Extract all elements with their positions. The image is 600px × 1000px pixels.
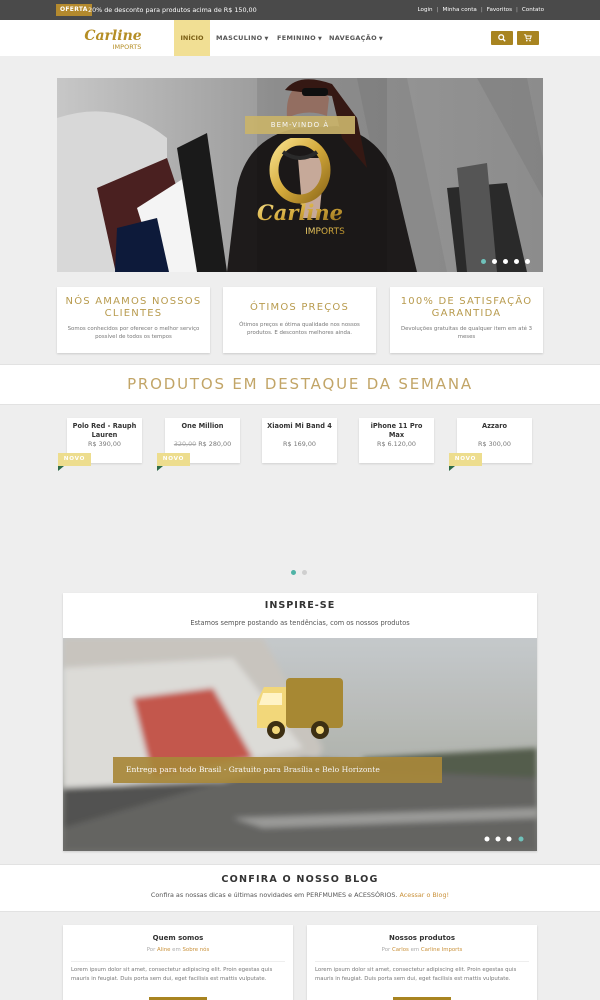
brand-logo-sub: IMPORTS — [113, 43, 142, 51]
inspire-dot — [506, 836, 512, 842]
new-badge-tail — [58, 466, 64, 471]
nav-masculino[interactable]: MASCULINO ▼ — [216, 20, 269, 56]
hero-slider[interactable]: BEM-VINDO À Carline IMPORTS — [57, 78, 543, 272]
post-title: Nossos produtos — [388, 934, 455, 942]
top-links: Login | Minha conta | Favoritos | Contato — [417, 7, 544, 13]
brand-logo-name: Carline — [84, 28, 141, 44]
slider-dot[interactable] — [525, 259, 530, 264]
feature-box: NÓS AMAMOS NOSSOS CLIENTES Somos conheci… — [57, 287, 210, 353]
feature-title: 100% DE SATISFAÇÃO GARANTIDA — [400, 296, 533, 319]
post-author[interactable]: Carlos — [392, 947, 409, 953]
slider-dot[interactable] — [481, 259, 486, 264]
account-link[interactable]: Minha conta — [443, 7, 477, 13]
post-meta: Por Carlos em Carline Imports — [307, 947, 537, 953]
cart-icon — [524, 34, 532, 42]
inspire-title: INSPIRE-SE — [264, 600, 336, 611]
post-author[interactable]: Aline — [157, 947, 170, 953]
inspire-image[interactable] — [63, 638, 537, 851]
products-carousel-dot[interactable] — [302, 570, 307, 575]
product-price: R$ 169,00 — [283, 440, 316, 448]
delivery-caption: Entrega para todo Brasil - Gratuito para… — [113, 757, 442, 783]
nav-navegacao-label: NAVEGAÇÃO — [329, 34, 377, 42]
post-meta-by: Por — [146, 947, 156, 953]
hero-welcome: BEM-VINDO À — [245, 116, 355, 134]
post-title: Quem somos — [152, 934, 204, 942]
post-excerpt: Lorem ipsum dolor sit amet, consectetur … — [315, 967, 517, 982]
product-name: iPhone 11 Pro Max — [370, 422, 423, 439]
inspire-dot — [484, 836, 490, 842]
product-name: One Million — [181, 422, 224, 430]
product-card[interactable]: Xiaomi Mi Band 4 R$ 169,00 — [262, 418, 337, 463]
product-name: Azzaro — [481, 422, 507, 430]
truck-icon — [257, 678, 343, 739]
post-excerpt: Lorem ipsum dolor sit amet, consectetur … — [71, 967, 273, 982]
feature-title: NÓS AMAMOS NOSSOS CLIENTES — [65, 296, 202, 319]
slider-dot[interactable] — [503, 259, 508, 264]
chevron-down-icon: ▼ — [318, 36, 323, 42]
feature-text: Somos conhecidos por oferecer o melhor s… — [67, 326, 200, 340]
slider-dot[interactable] — [492, 259, 497, 264]
products-carousel-dot[interactable] — [291, 570, 296, 575]
hero-brand-name: Carline — [257, 200, 343, 225]
new-badge: NOVO — [449, 453, 482, 466]
nav-feminino[interactable]: FEMININO ▼ — [277, 20, 322, 56]
product-price: R$ 6.120,00 — [377, 440, 416, 448]
inspire-dot — [518, 836, 524, 842]
promo-text: 20% de desconto para produtos acima de R… — [88, 6, 257, 14]
blog-subtitle-text: Confira as nossas dicas e últimas novida… — [150, 891, 398, 899]
feature-title: ÓTIMOS PREÇOS — [249, 302, 350, 313]
products-title: PRODUTOS EM DESTAQUE DA SEMANA — [127, 375, 473, 393]
post-category[interactable]: Carline Imports — [421, 947, 462, 953]
hero-brand-sub: IMPORTS — [305, 227, 345, 237]
product-price: R$ 280,00 — [198, 440, 232, 448]
product-price: R$ 300,00 — [478, 440, 511, 448]
blog-post-card[interactable]: Nossos produtos Por Carlos em Carline Im… — [307, 925, 537, 1000]
new-badge: NOVO — [157, 453, 190, 466]
post-meta: Por Aline em Sobre nós — [63, 947, 293, 953]
favorites-link[interactable]: Favoritos — [487, 7, 512, 13]
inspire-subtitle: Estamos sempre postando as tendências, c… — [190, 619, 410, 627]
slider-dot[interactable] — [514, 259, 519, 264]
chevron-down-icon: ▼ — [378, 36, 384, 42]
blog-link[interactable]: Acessar o Blog! — [400, 891, 450, 899]
cart-button[interactable] — [517, 31, 539, 45]
inspire-dot — [495, 836, 501, 842]
feature-text: Devoluções gratuitas de qualquer item em… — [400, 326, 533, 340]
product-price-line: 320,00 R$ 280,00 — [165, 440, 240, 449]
post-meta-by: Por — [381, 947, 391, 953]
product-old-price: 320,00 — [173, 440, 197, 448]
new-badge-tail — [157, 466, 163, 471]
blog-subtitle: Confira as nossas dicas e últimas novida… — [0, 891, 600, 899]
feature-box: ÓTIMOS PREÇOS Ótimos preços e ótima qual… — [223, 287, 376, 353]
product-price: R$ 390,00 — [88, 440, 121, 448]
feature-text: Ótimos preços e ótima qualidade nos noss… — [239, 322, 360, 336]
blog-post-card[interactable]: Quem somos Por Aline em Sobre nós Lorem … — [63, 925, 293, 1000]
product-name: Polo Red - Rauph Lauren — [72, 422, 137, 439]
offer-badge: OFERTA — [56, 4, 92, 16]
product-name: Xiaomi Mi Band 4 — [267, 422, 332, 430]
nav-home[interactable]: INÍCIO — [174, 20, 210, 56]
chevron-down-icon: ▼ — [264, 36, 269, 42]
feature-box: 100% DE SATISFAÇÃO GARANTIDA Devoluções … — [390, 287, 543, 353]
nav-masculino-label: MASCULINO — [216, 34, 263, 42]
hero-brand-logo: Carline IMPORTS — [257, 138, 345, 237]
new-badge-tail — [449, 466, 455, 471]
product-card[interactable]: iPhone 11 Pro Max R$ 6.120,00 — [359, 418, 434, 463]
new-badge: NOVO — [58, 453, 91, 466]
post-meta-in: em — [410, 947, 420, 953]
search-button[interactable] — [491, 31, 513, 45]
post-category[interactable]: Sobre nós — [182, 947, 209, 953]
contact-link[interactable]: Contato — [522, 7, 544, 13]
login-link[interactable]: Login — [418, 7, 433, 13]
brand-logo[interactable]: Carline IMPORTS — [78, 26, 148, 52]
blog-section — [0, 864, 600, 912]
nav-feminino-label: FEMININO — [277, 34, 316, 42]
search-icon — [498, 34, 506, 42]
post-meta-in: em — [172, 947, 181, 953]
blog-title: CONFIRA O NOSSO BLOG — [221, 874, 379, 885]
nav-navegacao[interactable]: NAVEGAÇÃO ▼ — [329, 20, 383, 56]
